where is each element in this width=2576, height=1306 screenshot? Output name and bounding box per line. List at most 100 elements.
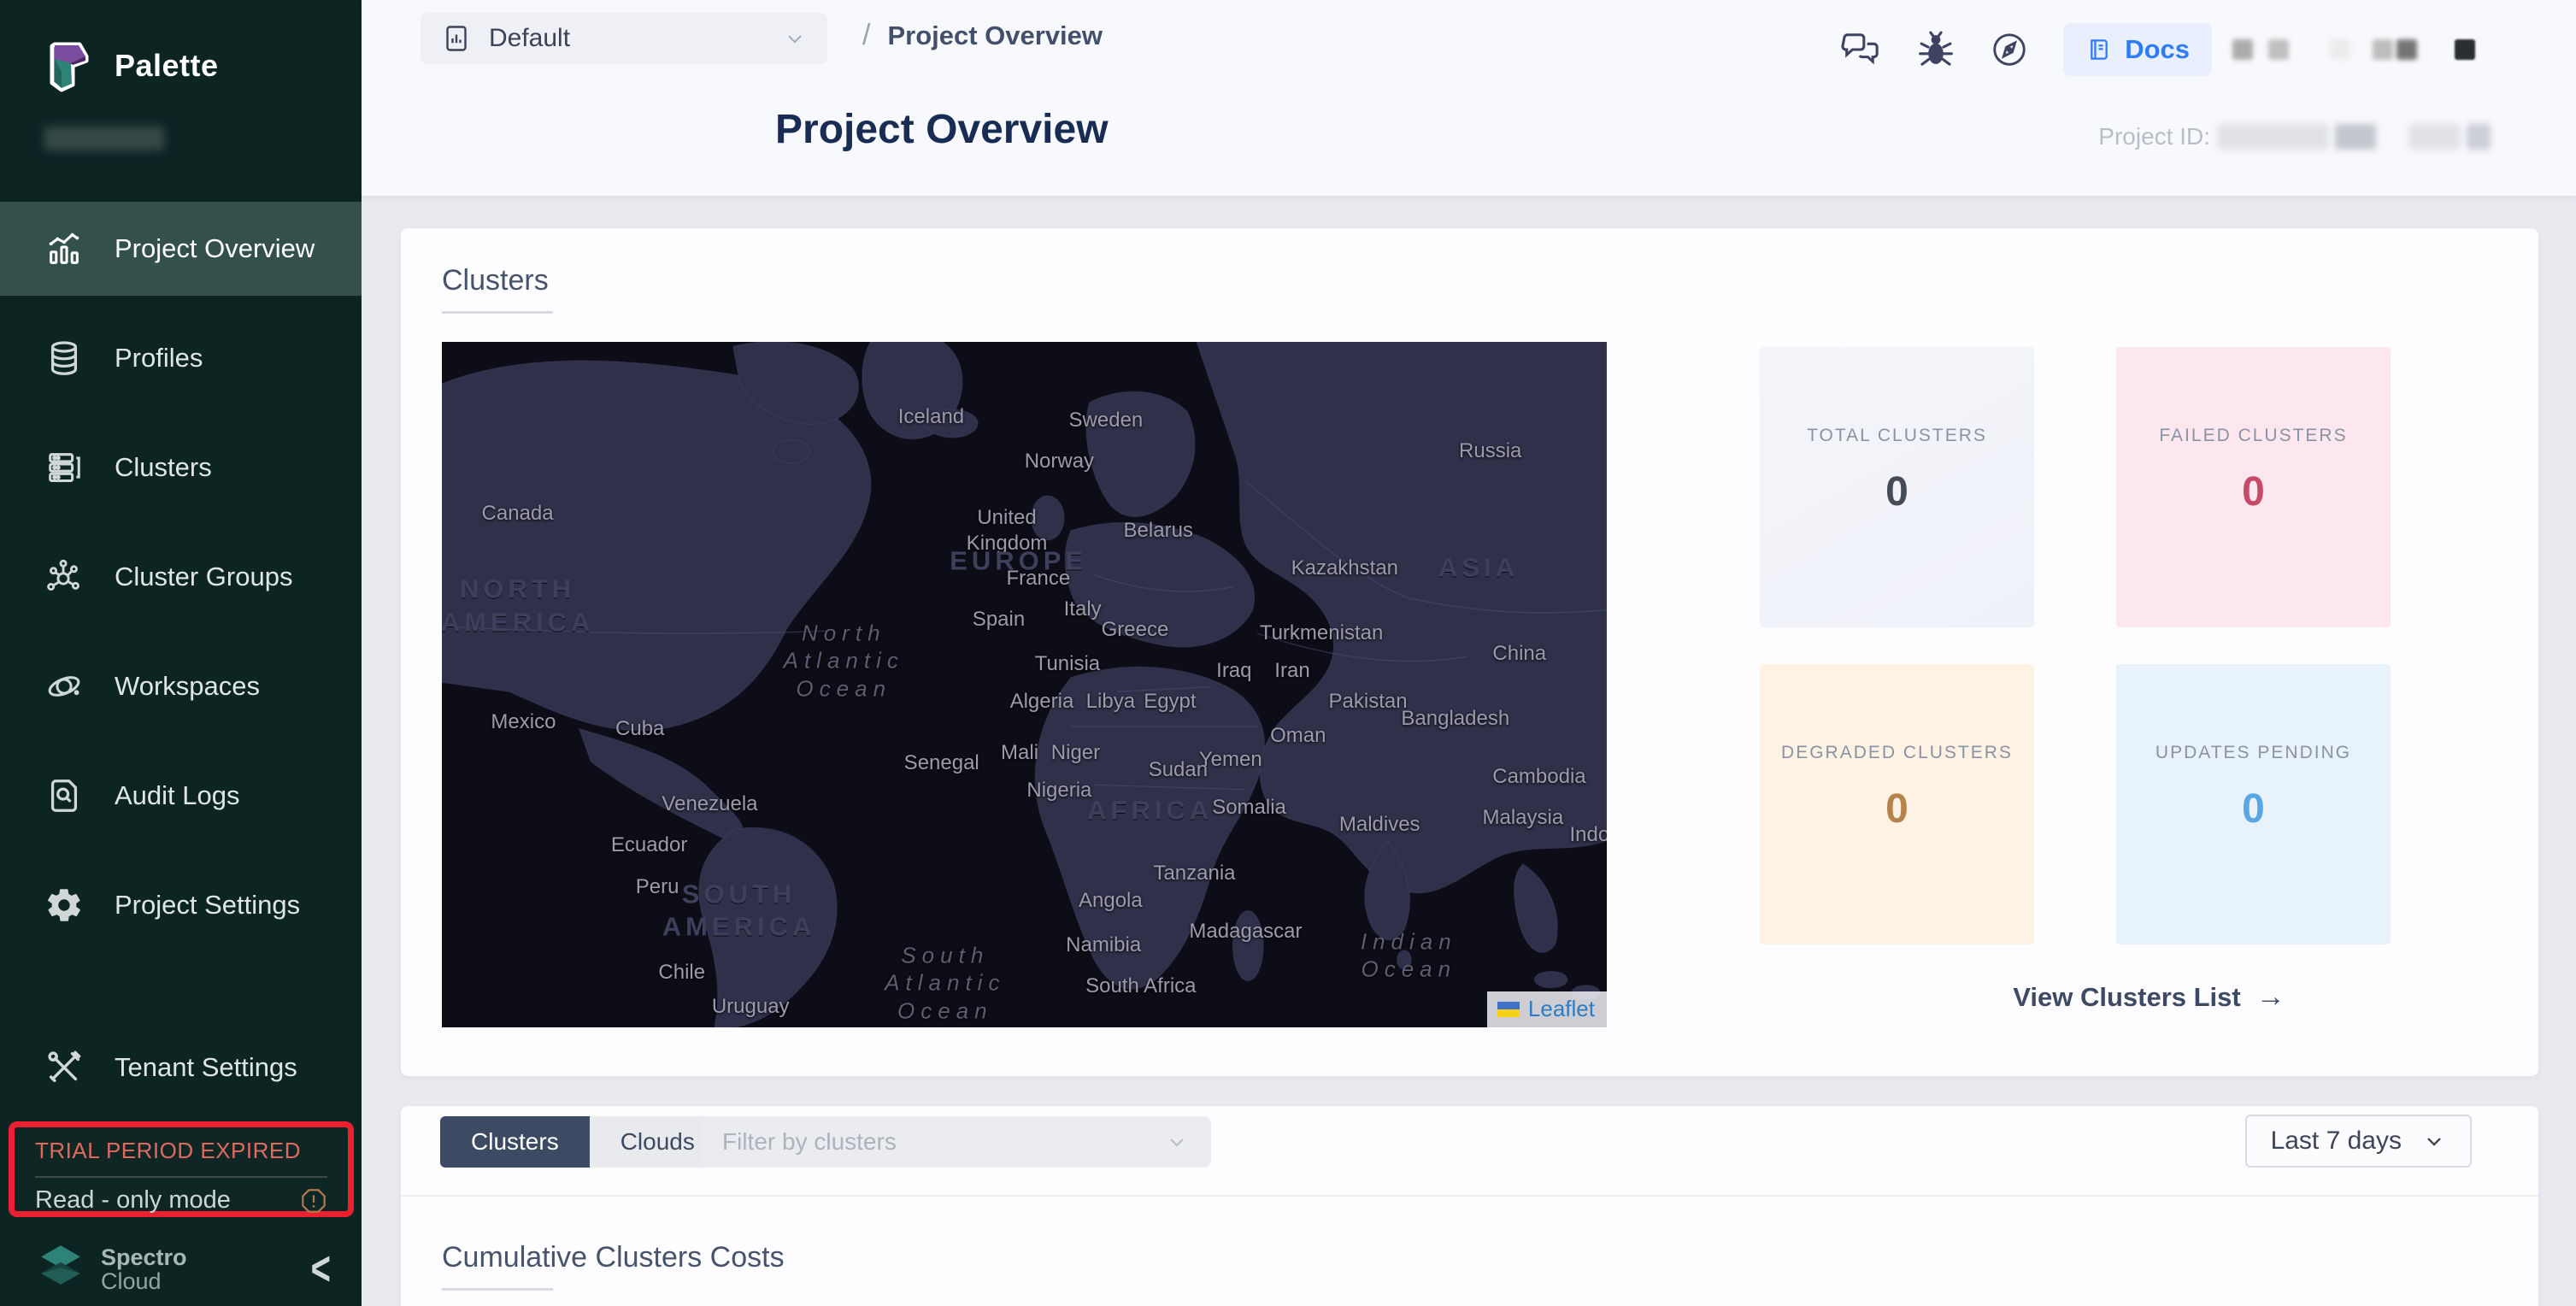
bug-report-icon[interactable]	[1916, 30, 1956, 69]
docs-button-label: Docs	[2125, 34, 2190, 65]
redacted-project-id	[2335, 124, 2376, 150]
map-label: Sweden	[1069, 408, 1144, 433]
docs-button[interactable]: Docs	[2063, 23, 2212, 76]
map-label: Somalia	[1212, 795, 1286, 821]
app-root: Palette Project Overview	[0, 0, 2576, 1306]
map-label: Senegal	[904, 750, 979, 776]
brand-logo-text: Palette	[115, 48, 219, 84]
project-overview-icon	[44, 229, 84, 268]
sidebar-item-project-settings[interactable]: Project Settings	[0, 858, 362, 952]
map-label: Iran	[1274, 658, 1309, 684]
map-label: Belarus	[1124, 518, 1193, 544]
map-label: Indian Ocean	[1361, 927, 1457, 983]
map-label: Indone	[1569, 822, 1607, 848]
redacted-project-id	[2408, 124, 2460, 150]
costs-panel: Clusters Clouds Filter by clusters Last …	[401, 1106, 2538, 1306]
map-label: Oman	[1270, 723, 1326, 749]
stat-card-updates-pending: UPDATES PENDING 0	[2116, 664, 2391, 944]
filter-by-clusters-dropdown[interactable]: Filter by clusters	[700, 1116, 1211, 1168]
sidebar-item-profiles[interactable]: Profiles	[0, 311, 362, 405]
panel-divider	[401, 1195, 2538, 1197]
project-selector-dropdown[interactable]: Default	[421, 13, 827, 64]
redacted-item	[2397, 39, 2417, 60]
map-label: Peru	[636, 874, 679, 900]
project-selector-icon	[441, 23, 472, 54]
sidebar-item-label: Project Overview	[115, 233, 315, 264]
stat-label: UPDATES PENDING	[2155, 743, 2351, 763]
top-header: Default / Project Overview	[362, 0, 2576, 196]
audit-logs-icon	[44, 776, 84, 815]
map-label: Norway	[1025, 449, 1094, 474]
map-label: NORTH AMERICA	[442, 573, 594, 639]
palette-logo-icon	[41, 38, 96, 94]
view-clusters-list-link[interactable]: View Clusters List→	[1760, 980, 2538, 1014]
clusters-panel-title: Clusters	[442, 264, 553, 297]
map-label: Chile	[658, 960, 705, 985]
map-label: Mali	[1001, 740, 1038, 766]
sidebar-item-project-overview[interactable]: Project Overview	[0, 202, 362, 296]
tenant-settings-icon	[44, 1048, 84, 1087]
clusters-icon	[44, 448, 84, 487]
spectro-cloud-logo	[32, 1243, 89, 1296]
project-settings-icon	[44, 885, 84, 925]
sidebar-item-audit-logs[interactable]: Audit Logs	[0, 749, 362, 843]
costs-panel-title: Cumulative Clusters Costs	[442, 1241, 785, 1274]
leaflet-link[interactable]: Leaflet	[1528, 996, 1595, 1022]
workspaces-icon	[44, 667, 84, 706]
sidebar-footer: Spectro Cloud <	[0, 1232, 362, 1306]
sidebar-item-label: Audit Logs	[115, 780, 240, 811]
map-label: Canada	[482, 501, 554, 527]
header-actions: Docs	[1839, 0, 2576, 98]
tab-clusters[interactable]: Clusters	[440, 1116, 590, 1168]
feedback-chat-icon[interactable]	[1839, 30, 1882, 69]
map-label: Italy	[1064, 597, 1102, 622]
tour-compass-icon[interactable]	[1990, 30, 2029, 69]
map-label: Cambodia	[1492, 764, 1585, 790]
sidebar-item-tenant-settings[interactable]: Tenant Settings	[0, 1021, 362, 1115]
map-label: EUROPE	[950, 544, 1087, 578]
clusters-world-map[interactable]: IcelandSwedenNorwayRussiaCanadaUnited Ki…	[442, 342, 1607, 1027]
redacted-item	[2373, 39, 2393, 60]
cluster-groups-icon	[44, 557, 84, 597]
brand-logo: Palette	[0, 0, 362, 94]
map-label: Malaysia	[1483, 805, 1564, 831]
map-label: Maldives	[1339, 812, 1420, 838]
map-label: Russia	[1459, 438, 1521, 464]
map-label: Cuba	[615, 716, 664, 742]
time-range-value: Last 7 days	[2271, 1127, 2402, 1156]
ukraine-flag-icon	[1497, 1002, 1520, 1017]
costs-tabs: Clusters Clouds	[440, 1116, 726, 1168]
page-title: Project Overview	[775, 106, 1109, 153]
map-label: China	[1492, 641, 1546, 667]
map-label: Yemen	[1199, 747, 1262, 773]
stat-value: 0	[2242, 468, 2265, 515]
stat-value: 0	[2242, 785, 2265, 832]
map-label: Tanzania	[1153, 861, 1235, 886]
trial-mode-text: Read - only mode	[35, 1186, 231, 1215]
map-label: United Kingdom	[967, 505, 1048, 556]
sidebar-item-workspaces[interactable]: Workspaces	[0, 639, 362, 733]
chevron-down-icon	[2422, 1129, 2446, 1153]
map-label: South Atlantic Ocean	[885, 941, 1005, 1025]
map-label: Iraq	[1216, 658, 1251, 684]
map-label: Greece	[1102, 617, 1169, 643]
sidebar-nav: Project Overview Profiles	[0, 202, 362, 1130]
stat-card-degraded-clusters: DEGRADED CLUSTERS 0	[1760, 664, 2034, 944]
project-selector-value: Default	[489, 24, 570, 53]
sidebar-item-clusters[interactable]: Clusters	[0, 421, 362, 515]
breadcrumb-current: Project Overview	[887, 21, 1103, 51]
map-label: Algeria	[1010, 689, 1074, 715]
time-range-dropdown[interactable]: Last 7 days	[2245, 1115, 2472, 1168]
map-label: Venezuela	[662, 791, 757, 817]
content-area: Clusters	[362, 196, 2576, 1306]
map-label: AFRICA	[1087, 795, 1213, 828]
chevron-down-icon	[783, 26, 807, 50]
redacted-project-id	[2467, 124, 2491, 150]
map-label: Nigeria	[1026, 778, 1091, 803]
sidebar-item-cluster-groups[interactable]: Cluster Groups	[0, 530, 362, 624]
sidebar-collapse-button[interactable]: <	[311, 1243, 331, 1297]
redacted-item	[2330, 39, 2350, 60]
map-label: Pakistan	[1329, 689, 1408, 715]
redacted-project-id	[2217, 124, 2328, 150]
filter-placeholder: Filter by clusters	[722, 1128, 897, 1156]
